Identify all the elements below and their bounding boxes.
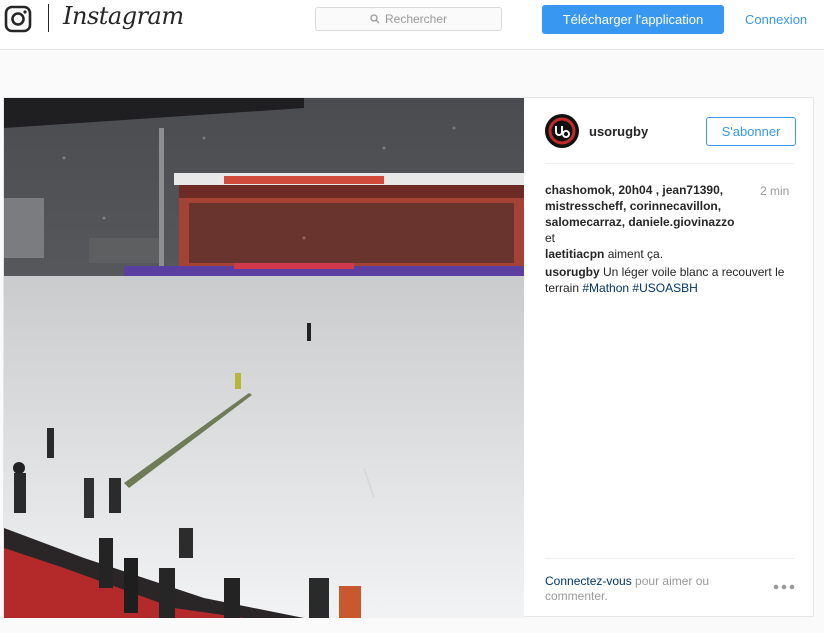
login-link[interactable]: Connexion xyxy=(745,12,807,27)
likes-summary: chashomok, 20h04 , jean71390, mistressch… xyxy=(545,182,745,262)
top-navigation-bar: Instagram Rechercher Télécharger l'appli… xyxy=(0,0,824,50)
post-author-username[interactable]: usorugby xyxy=(589,124,648,139)
uso-logo-icon xyxy=(546,115,578,147)
post-caption: usorugby Un léger voile blanc a recouver… xyxy=(545,264,795,296)
instagram-logo-icon[interactable] xyxy=(4,5,32,33)
search-placeholder: Rechercher xyxy=(384,12,448,26)
more-options-icon[interactable] xyxy=(773,584,795,590)
instagram-wordmark[interactable]: Instagram xyxy=(63,2,184,30)
caption-author[interactable]: usorugby xyxy=(545,265,600,279)
post-author-header: usorugby S'abonner xyxy=(545,114,796,164)
likes-suffix: aiment ça. xyxy=(604,247,664,261)
likes-users-line-3[interactable]: salomecarraz, daniele.giovinazzo xyxy=(545,215,734,229)
hashtag-mathon[interactable]: #Mathon xyxy=(582,281,629,295)
search-input[interactable]: Rechercher xyxy=(315,7,502,31)
avatar[interactable] xyxy=(545,114,579,148)
divider xyxy=(545,558,794,559)
likes-users-line-1[interactable]: chashomok, 20h04 , jean71390, xyxy=(545,183,723,197)
login-to-comment-link[interactable]: Connectez-vous xyxy=(545,574,632,588)
search-icon xyxy=(370,14,380,24)
likes-and-word: et xyxy=(545,231,556,245)
snowy-stadium-image xyxy=(4,98,524,618)
login-to-comment-prompt: Connectez-vous pour aimer ou commenter. xyxy=(545,574,735,604)
post-card: usorugby S'abonner chashomok, 20h04 , je… xyxy=(3,97,815,618)
post-photo[interactable] xyxy=(4,98,524,618)
follow-button[interactable]: S'abonner xyxy=(706,117,796,146)
post-timestamp[interactable]: 2 min xyxy=(760,184,789,198)
logo-divider xyxy=(48,4,49,32)
likes-users-line-4[interactable]: laetitiacpn xyxy=(545,247,604,261)
download-app-button[interactable]: Télécharger l'application xyxy=(542,5,724,34)
post-sidebar: usorugby S'abonner chashomok, 20h04 , je… xyxy=(524,98,815,618)
hashtag-usoasbh[interactable]: #USOASBH xyxy=(632,281,697,295)
likes-users-line-2[interactable]: mistresscheff, corinnecavillon, xyxy=(545,199,721,213)
